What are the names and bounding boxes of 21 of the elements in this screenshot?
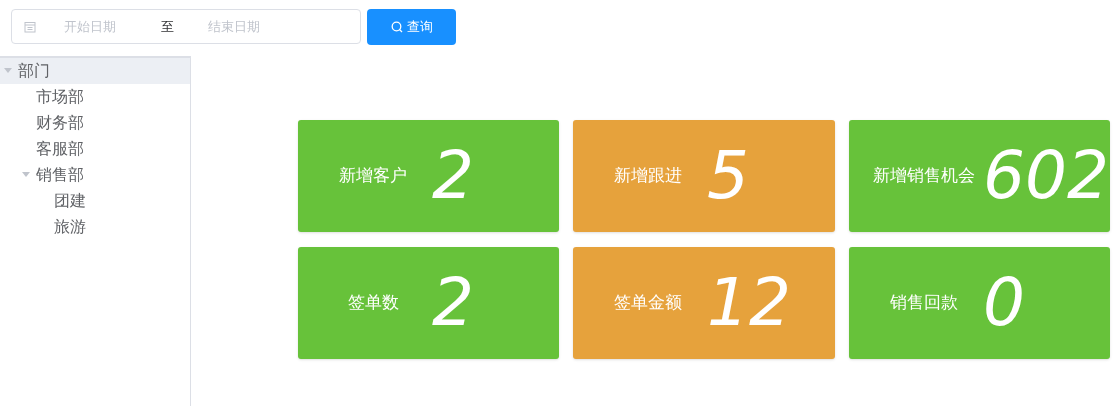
end-date-input[interactable]: 结束日期 — [208, 16, 288, 37]
stat-value: 0 — [983, 270, 1025, 336]
stat-label: 销售回款 — [890, 292, 958, 315]
stat-value: 12 — [707, 270, 791, 336]
stat-value: 602 — [983, 143, 1109, 209]
tree-node[interactable]: 部门 — [0, 58, 190, 84]
date-range-field[interactable]: 开始日期 至 结束日期 — [11, 9, 361, 44]
stat-value: 2 — [432, 270, 474, 336]
caret-icon[interactable] — [3, 68, 12, 74]
stat-value: 5 — [707, 143, 749, 209]
start-date-input[interactable]: 开始日期 — [64, 16, 144, 37]
stat-label: 签单金额 — [614, 292, 682, 315]
search-icon — [390, 20, 403, 33]
stat-label: 新增跟进 — [614, 165, 682, 188]
calendar-icon — [24, 20, 36, 33]
range-separator: 至 — [161, 17, 174, 36]
caret-icon[interactable] — [21, 172, 30, 178]
stat-value: 2 — [432, 143, 474, 209]
stat-label: 新增销售机会 — [873, 165, 975, 188]
stat-label: 签单数 — [347, 292, 399, 315]
stat-label: 新增客户 — [339, 165, 407, 188]
